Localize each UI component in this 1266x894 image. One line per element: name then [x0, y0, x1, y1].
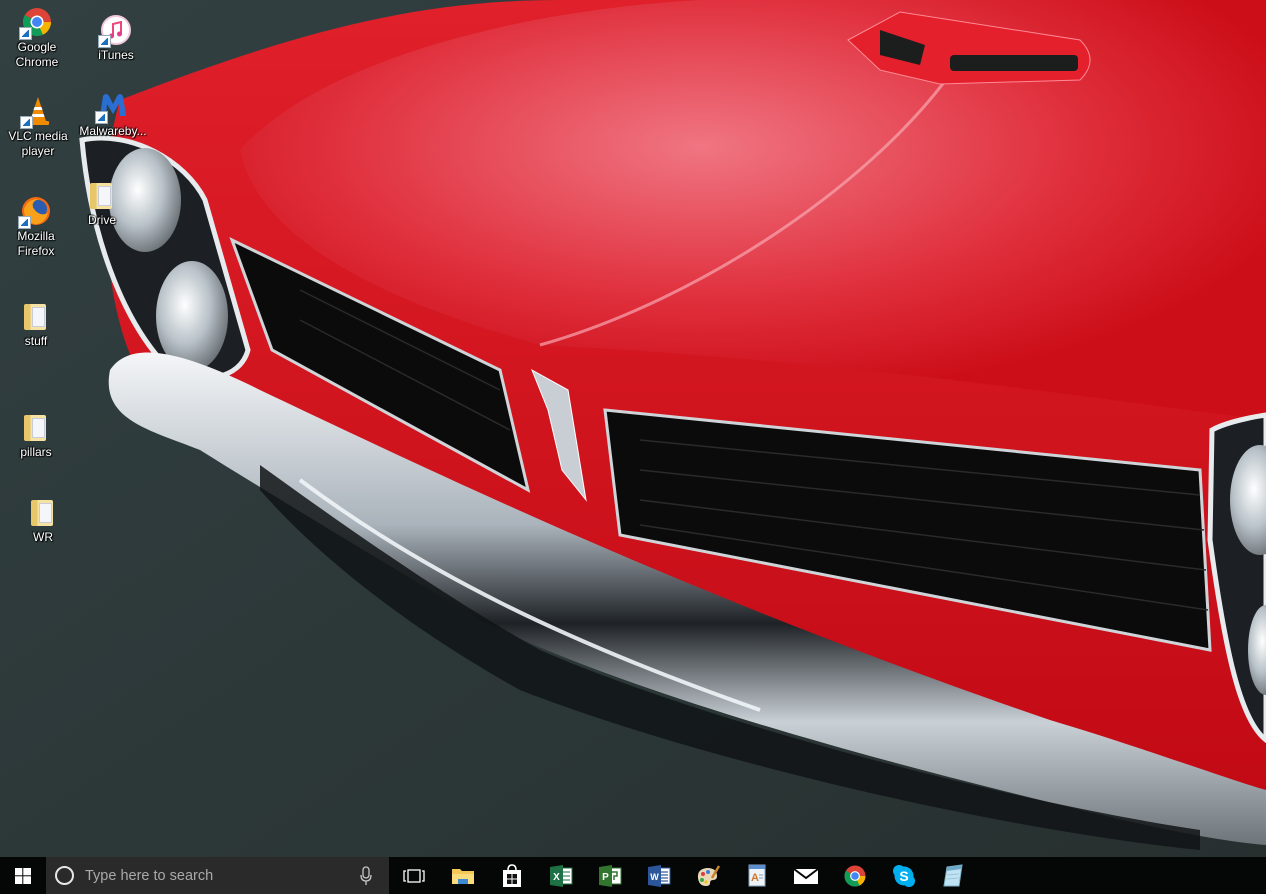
mail-icon	[792, 867, 819, 884]
store-button[interactable]	[487, 857, 536, 894]
shortcut-arrow-icon	[20, 116, 33, 129]
shortcut-arrow-icon	[19, 27, 32, 40]
word-button[interactable]: W	[634, 857, 683, 894]
wordpad-icon: A	[748, 864, 765, 886]
windows-logo-icon	[15, 867, 31, 884]
desktop-icon-itunes[interactable]: iTunes	[79, 14, 153, 63]
desktop-icon-label: Malwareby...	[79, 124, 147, 138]
folder-icon	[20, 411, 52, 443]
desktop-icon-label: pillars	[20, 445, 52, 459]
svg-text:A: A	[751, 872, 759, 884]
svg-text:P: P	[602, 872, 609, 883]
chrome-icon	[844, 865, 865, 886]
desktop-icon-label: Drive	[87, 213, 116, 227]
file-explorer-icon	[451, 868, 474, 884]
svg-text:W: W	[650, 872, 659, 882]
shortcut-arrow-icon	[18, 216, 31, 229]
taskbar: X P W A	[0, 857, 1266, 894]
notepad-button[interactable]	[928, 857, 977, 894]
chrome-taskbar-button[interactable]	[830, 857, 879, 894]
folder-icon	[86, 179, 118, 211]
vlc-icon	[20, 95, 54, 129]
project-icon: P	[598, 864, 621, 887]
desktop-icon-label: Mozilla Firefox	[17, 229, 55, 258]
skype-icon: S	[892, 864, 915, 887]
folder-icon	[27, 496, 59, 528]
desktop-icon-drive-folder[interactable]: Drive	[65, 179, 139, 228]
paint-icon	[697, 864, 720, 886]
desktop-icon-label: VLC media player	[8, 129, 68, 158]
malwarebytes-icon	[95, 90, 129, 124]
search-box[interactable]	[46, 857, 389, 894]
wordpad-button[interactable]: A	[732, 857, 781, 894]
excel-button[interactable]: X	[536, 857, 585, 894]
store-icon	[502, 863, 521, 887]
desktop-icon-google-chrome[interactable]: Google Chrome	[0, 6, 74, 70]
desktop-icon-pillars-folder[interactable]: pillars	[0, 411, 73, 460]
paint-button[interactable]	[683, 857, 732, 894]
desktop-icon-wr-folder[interactable]: WR	[6, 496, 80, 545]
wallpaper-car-image	[0, 0, 1266, 857]
desktop-icon-label: iTunes	[98, 48, 134, 62]
start-button[interactable]	[0, 857, 46, 894]
itunes-icon	[98, 14, 132, 48]
chrome-icon	[19, 6, 53, 40]
shortcut-arrow-icon	[95, 111, 108, 124]
microphone-icon[interactable]	[359, 865, 373, 886]
notepad-icon	[942, 863, 963, 886]
cortana-icon	[55, 866, 74, 885]
skype-button[interactable]: S	[879, 857, 928, 894]
shortcut-arrow-icon	[98, 35, 111, 48]
mail-button[interactable]	[781, 857, 830, 894]
desktop-icon-vlc[interactable]: VLC media player	[1, 95, 75, 159]
file-explorer-button[interactable]	[438, 857, 487, 894]
svg-text:X: X	[553, 872, 560, 883]
task-view-button[interactable]	[389, 857, 438, 894]
desktop-icon-malwarebytes[interactable]: Malwareby...	[76, 90, 150, 139]
desktop-icon-label: WR	[33, 530, 53, 544]
folder-icon	[20, 300, 52, 332]
search-input[interactable]	[85, 867, 353, 884]
project-button[interactable]: P	[585, 857, 634, 894]
desktop-icon-label: Google Chrome	[15, 40, 59, 69]
excel-icon: X	[549, 864, 572, 887]
desktop-wallpaper	[0, 0, 1266, 857]
desktop-icon-firefox[interactable]: Mozilla Firefox	[0, 195, 73, 259]
desktop-icon-label: stuff	[24, 334, 48, 348]
svg-text:S: S	[899, 868, 908, 884]
firefox-icon	[18, 195, 52, 229]
task-view-icon	[402, 868, 425, 883]
desktop-icon-stuff-folder[interactable]: stuff	[0, 300, 73, 349]
word-icon: W	[647, 864, 670, 887]
